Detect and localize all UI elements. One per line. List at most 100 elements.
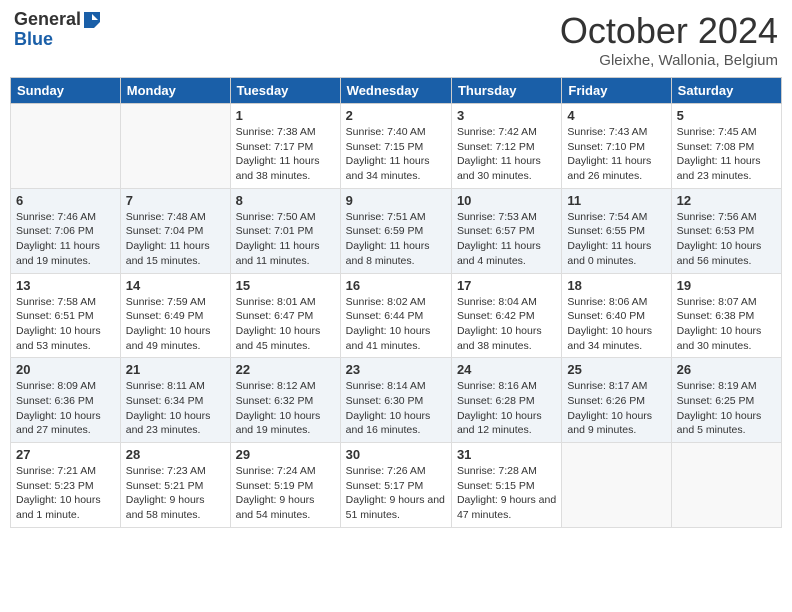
day-number: 22: [236, 362, 335, 377]
calendar-cell: 18Sunrise: 8:06 AMSunset: 6:40 PMDayligh…: [562, 273, 671, 358]
day-info: Sunrise: 8:17 AMSunset: 6:26 PMDaylight:…: [567, 379, 665, 438]
day-info: Sunrise: 7:43 AMSunset: 7:10 PMDaylight:…: [567, 125, 665, 184]
calendar-cell: 28 Sunrise: 7:23 AMSunset: 5:21 PMDayligh…: [120, 443, 230, 528]
calendar-week-row: 13 Sunrise: 7:58 AMSunset: 6:51 PMDayligh…: [11, 273, 782, 358]
day-number: 27: [16, 447, 115, 462]
calendar-cell: 29 Sunrise: 7:24 AMSunset: 5:19 PMDayligh…: [230, 443, 340, 528]
day-info: Sunrise: 8:01 AMSunset: 6:47 PMDaylight:…: [236, 295, 335, 354]
title-block: October 2024 Gleixhe, Wallonia, Belgium: [560, 10, 778, 69]
calendar-cell: 10 Sunrise: 7:53 AMSunset: 6:57 PMDayligh…: [451, 188, 561, 273]
day-number: 1: [236, 108, 335, 123]
day-info: Sunrise: 7:26 AMSunset: 5:17 PMDaylight:…: [346, 464, 446, 523]
calendar-week-row: 20 Sunrise: 8:09 AMSunset: 6:36 PMDayligh…: [11, 358, 782, 443]
calendar-table: SundayMondayTuesdayWednesdayThursdayFrid…: [10, 77, 782, 528]
calendar-cell: 4 Sunrise: 7:43 AMSunset: 7:10 PMDaylight…: [562, 104, 671, 189]
calendar-cell: 8 Sunrise: 7:50 AMSunset: 7:01 PMDaylight…: [230, 188, 340, 273]
day-header-friday: Friday: [562, 78, 671, 104]
day-number: 15: [236, 278, 335, 293]
day-info: Sunrise: 7:59 AMSunset: 6:49 PMDaylight:…: [126, 295, 225, 354]
day-info: Sunrise: 7:50 AMSunset: 7:01 PMDaylight:…: [236, 210, 335, 269]
day-header-tuesday: Tuesday: [230, 78, 340, 104]
calendar-cell: 24 Sunrise: 8:16 AMSunset: 6:28 PMDayligh…: [451, 358, 561, 443]
day-number: 20: [16, 362, 115, 377]
calendar-cell: 20 Sunrise: 8:09 AMSunset: 6:36 PMDayligh…: [11, 358, 121, 443]
logo: General Blue: [14, 10, 100, 50]
day-number: 31: [457, 447, 556, 462]
calendar-week-row: 1 Sunrise: 7:38 AMSunset: 7:17 PMDaylight…: [11, 104, 782, 189]
day-info: Sunrise: 7:45 AMSunset: 7:08 PMDaylight:…: [677, 125, 776, 184]
day-info: Sunrise: 7:53 AMSunset: 6:57 PMDaylight:…: [457, 210, 556, 269]
day-number: 19: [677, 278, 776, 293]
day-info: Sunrise: 8:09 AMSunset: 6:36 PMDaylight:…: [16, 379, 115, 438]
day-number: 16: [346, 278, 446, 293]
day-number: 28: [126, 447, 225, 462]
calendar-cell: 5 Sunrise: 7:45 AMSunset: 7:08 PMDaylight…: [671, 104, 781, 189]
day-number: 12: [677, 193, 776, 208]
day-header-wednesday: Wednesday: [340, 78, 451, 104]
day-info: Sunrise: 8:16 AMSunset: 6:28 PMDaylight:…: [457, 379, 556, 438]
logo-icon: [84, 12, 100, 28]
calendar-cell: [562, 443, 671, 528]
calendar-header-row: SundayMondayTuesdayWednesdayThursdayFrid…: [11, 78, 782, 104]
day-number: 5: [677, 108, 776, 123]
logo-blue-text: Blue: [14, 29, 53, 49]
day-number: 13: [16, 278, 115, 293]
day-info: Sunrise: 8:06 AMSunset: 6:40 PMDaylight:…: [567, 295, 665, 354]
page-header: General Blue October 2024 Gleixhe, Wallo…: [10, 10, 782, 69]
calendar-cell: 22Sunrise: 8:12 AMSunset: 6:32 PMDayligh…: [230, 358, 340, 443]
calendar-cell: [11, 104, 121, 189]
calendar-cell: 13 Sunrise: 7:58 AMSunset: 6:51 PMDayligh…: [11, 273, 121, 358]
calendar-week-row: 6 Sunrise: 7:46 AMSunset: 7:06 PMDaylight…: [11, 188, 782, 273]
calendar-cell: 9 Sunrise: 7:51 AMSunset: 6:59 PMDaylight…: [340, 188, 451, 273]
day-info: Sunrise: 8:19 AMSunset: 6:25 PMDaylight:…: [677, 379, 776, 438]
calendar-cell: 21Sunrise: 8:11 AMSunset: 6:34 PMDayligh…: [120, 358, 230, 443]
location-text: Gleixhe, Wallonia, Belgium: [560, 52, 778, 69]
day-number: 10: [457, 193, 556, 208]
calendar-cell: 6 Sunrise: 7:46 AMSunset: 7:06 PMDaylight…: [11, 188, 121, 273]
day-info: Sunrise: 7:48 AMSunset: 7:04 PMDaylight:…: [126, 210, 225, 269]
day-info: Sunrise: 7:46 AMSunset: 7:06 PMDaylight:…: [16, 210, 115, 269]
day-number: 7: [126, 193, 225, 208]
day-number: 29: [236, 447, 335, 462]
calendar-cell: 7 Sunrise: 7:48 AMSunset: 7:04 PMDaylight…: [120, 188, 230, 273]
day-info: Sunrise: 7:51 AMSunset: 6:59 PMDaylight:…: [346, 210, 446, 269]
day-info: Sunrise: 7:38 AMSunset: 7:17 PMDaylight:…: [236, 125, 335, 184]
calendar-cell: 16 Sunrise: 8:02 AMSunset: 6:44 PMDayligh…: [340, 273, 451, 358]
day-info: Sunrise: 7:24 AMSunset: 5:19 PMDaylight:…: [236, 464, 335, 523]
day-number: 24: [457, 362, 556, 377]
day-info: Sunrise: 8:04 AMSunset: 6:42 PMDaylight:…: [457, 295, 556, 354]
day-number: 8: [236, 193, 335, 208]
day-number: 6: [16, 193, 115, 208]
day-number: 3: [457, 108, 556, 123]
day-number: 30: [346, 447, 446, 462]
day-info: Sunrise: 8:07 AMSunset: 6:38 PMDaylight:…: [677, 295, 776, 354]
day-header-saturday: Saturday: [671, 78, 781, 104]
day-number: 4: [567, 108, 665, 123]
day-number: 2: [346, 108, 446, 123]
day-info: Sunrise: 8:02 AMSunset: 6:44 PMDaylight:…: [346, 295, 446, 354]
calendar-cell: 14Sunrise: 7:59 AMSunset: 6:49 PMDayligh…: [120, 273, 230, 358]
day-info: Sunrise: 8:14 AMSunset: 6:30 PMDaylight:…: [346, 379, 446, 438]
calendar-cell: [120, 104, 230, 189]
day-info: Sunrise: 8:11 AMSunset: 6:34 PMDaylight:…: [126, 379, 225, 438]
calendar-cell: 23 Sunrise: 8:14 AMSunset: 6:30 PMDayligh…: [340, 358, 451, 443]
day-info: Sunrise: 7:42 AMSunset: 7:12 PMDaylight:…: [457, 125, 556, 184]
day-info: Sunrise: 7:21 AMSunset: 5:23 PMDaylight:…: [16, 464, 115, 523]
day-info: Sunrise: 7:40 AMSunset: 7:15 PMDaylight:…: [346, 125, 446, 184]
calendar-cell: 17Sunrise: 8:04 AMSunset: 6:42 PMDayligh…: [451, 273, 561, 358]
day-info: Sunrise: 7:58 AMSunset: 6:51 PMDaylight:…: [16, 295, 115, 354]
day-header-thursday: Thursday: [451, 78, 561, 104]
calendar-cell: 1 Sunrise: 7:38 AMSunset: 7:17 PMDaylight…: [230, 104, 340, 189]
day-info: Sunrise: 7:28 AMSunset: 5:15 PMDaylight:…: [457, 464, 556, 523]
day-number: 25: [567, 362, 665, 377]
calendar-cell: [671, 443, 781, 528]
day-number: 9: [346, 193, 446, 208]
calendar-week-row: 27 Sunrise: 7:21 AMSunset: 5:23 PMDayligh…: [11, 443, 782, 528]
day-number: 11: [567, 193, 665, 208]
calendar-cell: 31 Sunrise: 7:28 AMSunset: 5:15 PMDayligh…: [451, 443, 561, 528]
calendar-cell: 15 Sunrise: 8:01 AMSunset: 6:47 PMDayligh…: [230, 273, 340, 358]
day-number: 23: [346, 362, 446, 377]
day-header-monday: Monday: [120, 78, 230, 104]
logo-general-text: General: [14, 10, 81, 30]
day-info: Sunrise: 7:23 AMSunset: 5:21 PMDaylight:…: [126, 464, 225, 523]
